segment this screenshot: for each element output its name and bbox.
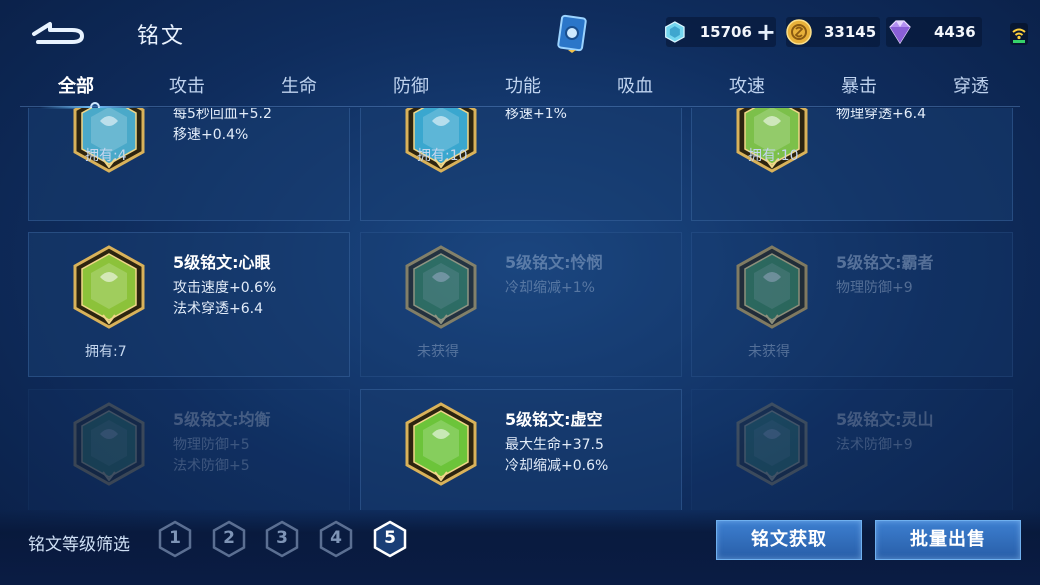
rune-stat: 冷却缩减+0.6%: [505, 458, 609, 474]
rune-card[interactable]: 5级铭文:均衡 物理防御+5 法术防御+5: [28, 389, 350, 510]
rune-stat: 法术穿透+6.4: [173, 301, 263, 317]
gem-balance: 4436: [886, 16, 982, 48]
rune-grid[interactable]: 最大生命+45每5秒回血+5.2移速+0.4%拥有:4物理攻击+1.6移速+1%…: [0, 108, 1040, 510]
rune-name: 5级铭文:均衡: [173, 410, 271, 429]
rune-obtain-button[interactable]: 铭文获取: [716, 520, 862, 560]
rune-emblem-icon: [405, 402, 477, 486]
rune-card[interactable]: 5级铭文:灵山 法术防御+9: [691, 389, 1013, 510]
tab-attack[interactable]: 攻击: [147, 72, 227, 98]
tab-lifesteal[interactable]: 吸血: [595, 72, 675, 98]
gold-coin-icon: [786, 19, 812, 45]
level-number: 3: [276, 528, 288, 548]
level-number: 2: [223, 528, 235, 548]
tab-crit[interactable]: 暴击: [819, 72, 899, 98]
back-button[interactable]: [28, 18, 88, 48]
tab-health[interactable]: 生命: [259, 72, 339, 98]
rune-stat: 法术防御+9: [836, 437, 913, 453]
rune-owned-count: 拥有:4: [85, 148, 127, 164]
rune-name: 5级铭文:虚空: [505, 410, 603, 429]
level-number: 5: [384, 528, 396, 548]
rune-emblem-icon: [736, 245, 808, 329]
level-filter-5[interactable]: 5: [372, 520, 408, 558]
rune-name: 5级铭文:灵山: [836, 410, 934, 429]
rune-card[interactable]: 5级铭文:虚空 最大生命+37.5 冷却缩减+0.6%: [360, 389, 682, 510]
purple-gem-icon: [889, 20, 911, 45]
rune-owned-count: 未获得: [417, 344, 459, 360]
rune-emblem-icon: [73, 245, 145, 329]
level-filter-2[interactable]: 2: [211, 520, 247, 558]
tab-all[interactable]: 全部: [36, 72, 116, 98]
rune-card[interactable]: 物理攻击+0.9物理穿透+6.4拥有:10: [691, 108, 1013, 221]
add-currency-button[interactable]: +: [756, 20, 776, 44]
diamond-amount: 15706: [699, 23, 752, 41]
gold-amount: 33145: [824, 23, 877, 41]
rune-card[interactable]: 5级铭文:怜悯 冷却缩减+1% 未获得: [360, 232, 682, 377]
rune-stat: 移速+1%: [505, 108, 567, 122]
footer-bar: 铭文等级筛选 1 2 3 4 5 铭文获取 批量出售: [0, 510, 1040, 585]
rune-emblem-icon: [736, 402, 808, 486]
rune-stat: 物理穿透+6.4: [836, 108, 926, 122]
rune-stat: 移速+0.4%: [173, 127, 249, 143]
tab-attack-speed[interactable]: 攻速: [707, 72, 787, 98]
back-arrow-icon: [32, 22, 84, 44]
rune-owned-count: 未获得: [748, 344, 790, 360]
rune-card[interactable]: 5级铭文:霸者 物理防御+9 未获得: [691, 232, 1013, 377]
level-filter-4[interactable]: 4: [318, 520, 354, 558]
blue-crystal-icon: [665, 21, 685, 43]
tab-defense[interactable]: 防御: [371, 72, 451, 98]
rune-owned-count: 拥有:10: [748, 148, 799, 164]
rune-stat: 每5秒回血+5.2: [173, 108, 272, 122]
level-filter-1[interactable]: 1: [157, 520, 193, 558]
category-tabs: 全部 攻击 生命 防御 功能 吸血 攻速 暴击 穿透: [20, 68, 1020, 112]
page-title: 铭文: [137, 24, 186, 49]
rune-emblem-icon: [405, 245, 477, 329]
tab-function[interactable]: 功能: [483, 72, 563, 98]
rune-card[interactable]: 5级铭文:心眼 攻击速度+0.6% 法术穿透+6.4 拥有:7: [28, 232, 350, 377]
rune-card[interactable]: 最大生命+45每5秒回血+5.2移速+0.4%拥有:4: [28, 108, 350, 221]
bulk-sell-button[interactable]: 批量出售: [875, 520, 1021, 560]
gem-amount: 4436: [934, 23, 976, 41]
rune-owned-count: 拥有:7: [85, 344, 127, 360]
wifi-signal-icon: [1008, 20, 1030, 46]
rune-stat: 物理防御+5: [173, 437, 250, 453]
level-filter-label: 铭文等级筛选: [28, 535, 130, 555]
rune-stat: 法术防御+5: [173, 458, 250, 474]
rune-emblem-icon: [73, 402, 145, 486]
diamond-balance: 15706 +: [665, 16, 776, 48]
rune-owned-count: 拥有:10: [417, 148, 468, 164]
level-number: 4: [330, 528, 342, 548]
level-filter-3[interactable]: 3: [264, 520, 300, 558]
rune-stat: 最大生命+37.5: [505, 437, 604, 453]
tab-penetration[interactable]: 穿透: [931, 72, 1011, 98]
level-number: 1: [169, 528, 181, 548]
gold-balance: 33145: [786, 16, 880, 48]
rune-name: 5级铭文:怜悯: [505, 253, 603, 272]
top-bar: 铭文 15706 + 33145 4436: [0, 0, 1040, 68]
rune-book-icon[interactable]: [556, 14, 588, 54]
rune-name: 5级铭文:霸者: [836, 253, 934, 272]
rune-stat: 物理防御+9: [836, 280, 913, 296]
rune-name: 5级铭文:心眼: [173, 253, 271, 272]
rune-stat: 攻击速度+0.6%: [173, 280, 277, 296]
tabs-divider: [20, 106, 1020, 107]
rune-stat: 冷却缩减+1%: [505, 280, 595, 296]
rune-card[interactable]: 物理攻击+1.6移速+1%拥有:10: [360, 108, 682, 221]
